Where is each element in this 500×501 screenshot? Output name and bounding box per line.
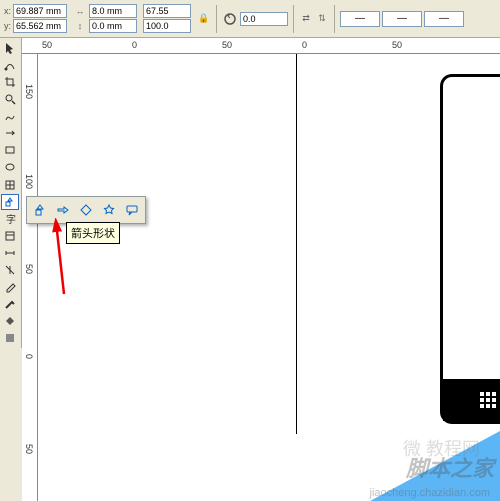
- table-tool[interactable]: [1, 228, 19, 244]
- x-field[interactable]: 69.887 mm: [13, 4, 67, 18]
- height-icon: ↕: [73, 19, 87, 33]
- sy-field[interactable]: 100.0: [143, 19, 191, 33]
- arrow-shape-icon[interactable]: [53, 200, 73, 220]
- watermark-text-1: 脚本之家: [406, 451, 494, 483]
- toolbox: 字: [0, 38, 22, 348]
- width-icon: ↔: [73, 4, 87, 18]
- flowchart-shape-icon[interactable]: [76, 200, 96, 220]
- page-boundary: [296, 54, 297, 434]
- fill-tool[interactable]: [1, 313, 19, 329]
- effects-tool[interactable]: [1, 262, 19, 278]
- outline-tool[interactable]: [1, 296, 19, 312]
- dimension-tool[interactable]: [1, 245, 19, 261]
- smart-draw-tool[interactable]: [1, 125, 19, 141]
- crop-tool[interactable]: [1, 74, 19, 90]
- eyedropper-tool[interactable]: [1, 279, 19, 295]
- h-field[interactable]: 0.0 mm: [89, 19, 137, 33]
- mirror-v-icon[interactable]: ⇅: [315, 12, 329, 26]
- line-start-combo[interactable]: —: [340, 11, 380, 27]
- rotation-field[interactable]: 0.0: [240, 12, 288, 26]
- freehand-tool[interactable]: [1, 108, 19, 124]
- line-style-combo[interactable]: —: [382, 11, 422, 27]
- basic-shape-icon[interactable]: [30, 200, 50, 220]
- callout-shape-icon[interactable]: [122, 200, 142, 220]
- zoom-tool[interactable]: [1, 91, 19, 107]
- property-bar: x:69.887 mm y:65.562 mm ↔8.0 mm ↕0.0 mm …: [0, 0, 500, 38]
- text-tool[interactable]: 字: [1, 211, 19, 227]
- phone-grid-icon: [480, 392, 496, 408]
- rectangle-tool[interactable]: [1, 142, 19, 158]
- phone-artwork: [440, 74, 500, 424]
- graph-paper-tool[interactable]: [1, 177, 19, 193]
- y-label: y:: [4, 21, 11, 31]
- pick-tool[interactable]: [1, 40, 19, 56]
- x-label: x:: [4, 6, 11, 16]
- star-shape-icon[interactable]: [99, 200, 119, 220]
- w-field[interactable]: 8.0 mm: [89, 4, 137, 18]
- mirror-h-icon[interactable]: ⇄: [299, 12, 313, 26]
- rotate-icon: [222, 11, 238, 27]
- svg-text:字: 字: [6, 213, 16, 225]
- shape-edit-tool[interactable]: [1, 57, 19, 73]
- ellipse-tool[interactable]: [1, 159, 19, 175]
- interactive-fill-tool[interactable]: [1, 330, 19, 346]
- lock-ratio-icon[interactable]: 🔒: [197, 12, 211, 26]
- ruler-horizontal: 50 0 50 0 50: [22, 38, 500, 54]
- line-end-combo[interactable]: —: [424, 11, 464, 27]
- watermark-url: jiaocheng.chazidian.com: [370, 487, 490, 499]
- ruler-vertical: 150 100 50 0 50: [22, 54, 38, 501]
- y-field[interactable]: 65.562 mm: [13, 19, 67, 33]
- annotation-arrow: [52, 218, 76, 298]
- shapes-flyout: [26, 196, 146, 224]
- basic-shapes-tool[interactable]: [1, 194, 19, 210]
- sx-field[interactable]: 67.55: [143, 4, 191, 18]
